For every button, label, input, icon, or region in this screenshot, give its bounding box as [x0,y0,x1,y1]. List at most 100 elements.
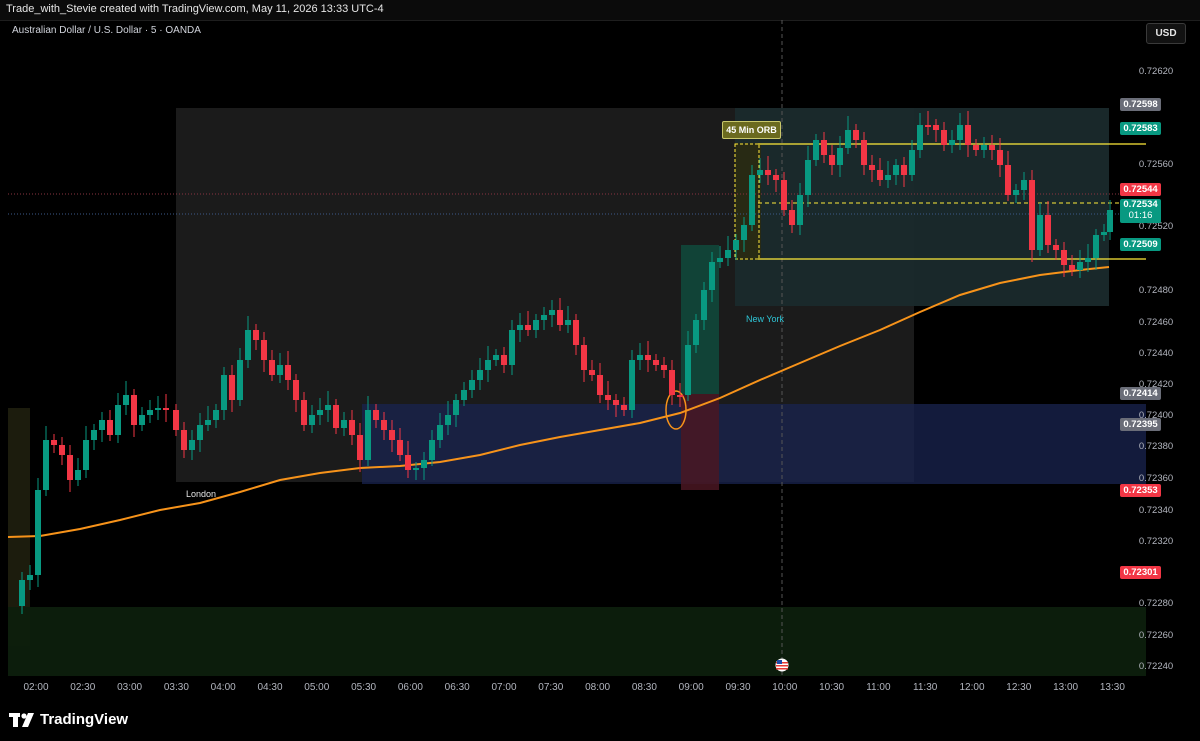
us-flag-event-icon[interactable] [775,658,789,672]
candle-body [933,125,939,130]
candle-body [197,425,203,440]
candle-body [789,210,795,225]
candle-body [589,370,595,375]
candle-body [147,410,153,415]
time-axis-label: 05:00 [304,682,330,693]
orb-label[interactable]: 45 Min ORB [722,121,781,139]
candle-body [1037,215,1043,250]
time-axis-label: 02:00 [23,682,49,693]
price-tag-395: 0.72395 [1120,418,1161,431]
candle-body [461,390,467,400]
candle-body [293,380,299,400]
price-axis-label: 0.72460 [1138,317,1174,328]
candle-body [131,395,137,425]
candle-body [693,320,699,345]
candle-body [949,140,955,145]
candle-body [965,125,971,145]
candle-body [365,410,371,460]
candle-body [957,125,963,140]
candle-body [821,140,827,155]
candle-body [229,375,235,400]
candle-body [349,420,355,435]
time-axis-label: 13:00 [1053,682,1079,693]
candle-body [429,440,435,460]
candle-body [805,160,811,195]
symbol-title[interactable]: Australian Dollar / U.S. Dollar · 5 · OA… [12,25,201,36]
candle-body [765,170,771,175]
candle-body [35,490,41,575]
time-axis-label: 07:30 [538,682,564,693]
candle-body [733,240,739,250]
candle-body [389,430,395,440]
candle-body [59,445,65,455]
time-axis-label: 03:30 [163,682,189,693]
candle-body [1053,245,1059,250]
candle-body [421,460,427,468]
candle-body [869,165,875,170]
demand-zone-box [8,607,1146,676]
price-axis-label: 0.72360 [1138,473,1174,484]
time-axis-label: 02:30 [70,682,96,693]
candle-body [261,340,267,360]
time-axis-label: 06:00 [397,682,423,693]
candle-body [1061,250,1067,265]
price-axis-label: 0.72260 [1138,630,1174,641]
candle-body [123,395,129,405]
candle-body [357,435,363,460]
candle-body [549,310,555,315]
candle-body [173,410,179,430]
time-axis-label: 07:00 [491,682,517,693]
candle-body [893,165,899,175]
candle-body [253,330,259,340]
candle-body [75,470,81,480]
candle-body [629,360,635,410]
candle-body [997,150,1003,165]
candle-body [773,175,779,180]
candle-body [445,415,451,425]
price-tag-544: 0.72544 [1120,183,1161,196]
candle-body [597,375,603,395]
tradingview-logo[interactable]: TradingView [9,711,128,728]
candle-body [309,415,315,425]
candle-body [189,440,195,450]
candle-body [1013,190,1019,195]
candle-body [941,130,947,145]
time-axis-label: 10:30 [819,682,845,693]
candle-body [917,125,923,150]
time-axis-label: 05:30 [351,682,377,693]
price-tag-583: 0.72583 [1120,122,1161,135]
candle-body [749,175,755,225]
candle-body [709,262,715,290]
price-axis-label: 0.72280 [1138,598,1174,609]
candle-body [19,580,25,606]
price-axis-label: 0.72560 [1138,159,1174,170]
price-axis-label: 0.72440 [1138,348,1174,359]
time-axis-label: 13:30 [1099,682,1125,693]
candle-body [581,345,587,370]
candle-body [1045,215,1051,245]
candle-body [605,395,611,400]
candle-body [205,420,211,425]
candle-body [1029,180,1035,250]
candle-body [245,330,251,360]
time-axis-label: 09:00 [678,682,704,693]
last-price-value: 0.72534 [1123,199,1158,210]
chart-canvas[interactable] [0,0,1200,741]
candle-body [163,408,169,410]
candle-body [325,405,331,410]
candle-timer: 01:16 [1128,210,1153,221]
candle-body [701,290,707,320]
candle-body [67,455,73,480]
price-tag-414: 0.72414 [1120,387,1161,400]
currency-button[interactable]: USD [1146,23,1186,44]
candle-body [333,405,339,428]
time-axis-label: 12:00 [959,682,985,693]
candle-body [453,400,459,415]
candle-body [989,145,995,150]
price-axis-label: 0.72380 [1138,441,1174,452]
candle-body [813,140,819,160]
candle-body [685,345,691,395]
candle-body [637,355,643,360]
price-tag-353: 0.72353 [1120,484,1161,497]
candle-body [877,170,883,180]
